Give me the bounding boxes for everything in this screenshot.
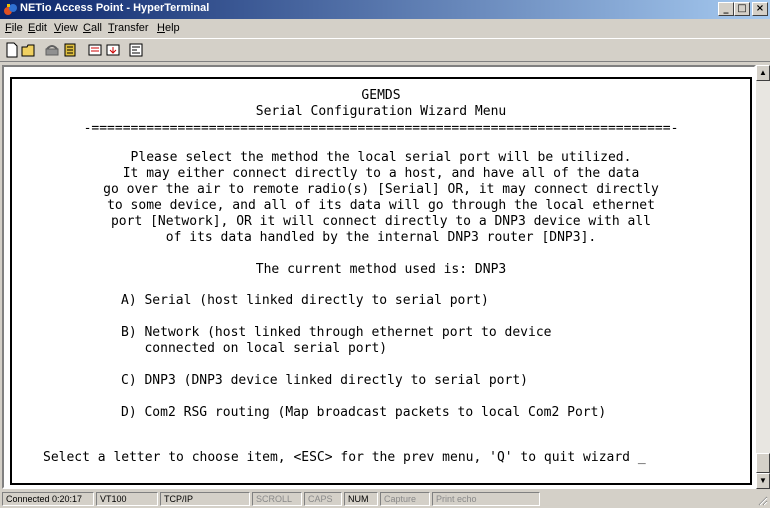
status-caps: CAPS <box>304 492 342 506</box>
properties-icon[interactable] <box>128 42 144 58</box>
scroll-down-icon[interactable]: ▼ <box>756 473 770 489</box>
receive-icon[interactable] <box>105 42 121 58</box>
menu-bar: File Edit View Call Transfer Help <box>0 20 770 37</box>
hyperterminal-icon <box>4 4 17 15</box>
title-bar[interactable]: NETio Access Point - HyperTerminal _ □ × <box>0 0 770 19</box>
toolbar <box>0 38 770 62</box>
maximize-button[interactable]: □ <box>734 2 750 16</box>
menu-call[interactable]: Call <box>83 22 102 34</box>
connect-phone-icon[interactable] <box>44 42 60 58</box>
scroll-thumb[interactable] <box>756 453 770 473</box>
window-title: NETio Access Point - HyperTerminal <box>20 2 210 14</box>
option-network-cont: connected on local serial port) <box>121 341 388 356</box>
menu-help[interactable]: Help <box>157 22 180 34</box>
intro-line: Please select the method the local seria… <box>130 150 632 165</box>
intro-line: of its data handled by the internal DNP3… <box>165 230 597 245</box>
close-button[interactable]: × <box>752 2 768 16</box>
menu-header: GEMDS <box>361 88 401 103</box>
terminal-frame <box>10 77 752 485</box>
minimize-button[interactable]: _ <box>718 2 734 16</box>
menu-edit[interactable]: Edit <box>28 22 47 34</box>
resize-grip-icon[interactable] <box>756 494 768 506</box>
disconnect-icon[interactable] <box>62 42 78 58</box>
menu-file[interactable]: File <box>5 22 23 34</box>
status-capture: Capture <box>380 492 430 506</box>
status-connected: Connected 0:20:17 <box>2 492 94 506</box>
status-emulation: VT100 <box>96 492 158 506</box>
separator-line: -=======================================… <box>83 121 679 136</box>
prompt-line: Select a letter to choose item, <ESC> fo… <box>43 450 646 465</box>
open-folder-icon[interactable] <box>21 42 37 58</box>
status-bar: Connected 0:20:17 VT100 TCP/IP SCROLL CA… <box>0 490 770 508</box>
menu-transfer[interactable]: Transfer <box>108 22 149 34</box>
menu-title: Serial Configuration Wizard Menu <box>255 104 507 119</box>
menu-view[interactable]: View <box>54 22 78 34</box>
intro-line: It may either connect directly to a host… <box>122 166 640 181</box>
option-serial[interactable]: A) Serial (host linked directly to seria… <box>121 293 489 308</box>
scroll-up-icon[interactable]: ▲ <box>756 65 770 81</box>
status-num: NUM <box>344 492 378 506</box>
option-network[interactable]: B) Network (host linked through ethernet… <box>121 325 551 340</box>
intro-line: to some device, and all of its data will… <box>107 198 655 213</box>
status-print-echo: Print echo <box>432 492 540 506</box>
intro-line: port [Network], OR it will connect direc… <box>110 214 652 229</box>
terminal-area[interactable]: GEMDS Serial Configuration Wizard Menu -… <box>2 65 756 489</box>
option-com2-rsg[interactable]: D) Com2 RSG routing (Map broadcast packe… <box>121 405 606 420</box>
send-icon[interactable] <box>87 42 103 58</box>
intro-line: go over the air to remote radio(s) [Seri… <box>103 182 659 197</box>
status-scroll: SCROLL <box>252 492 302 506</box>
option-dnp3[interactable]: C) DNP3 (DNP3 device linked directly to … <box>121 373 528 388</box>
new-document-icon[interactable] <box>4 42 20 58</box>
vertical-scrollbar[interactable]: ▲ ▼ <box>756 65 770 489</box>
status-protocol: TCP/IP <box>160 492 250 506</box>
current-method: The current method used is: DNP3 <box>255 262 507 277</box>
